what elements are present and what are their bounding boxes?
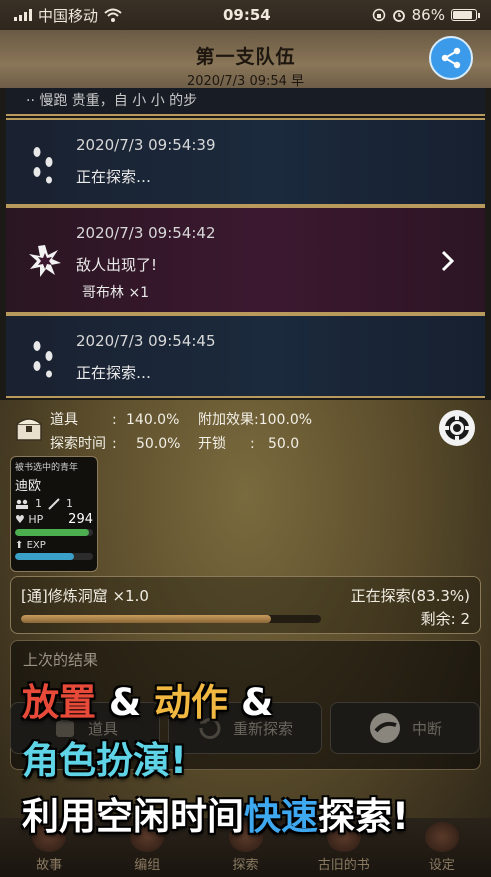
carrier-label: 中国移动: [38, 6, 99, 25]
tab-label: 设定: [428, 858, 455, 873]
promo-amp-2: &: [240, 681, 274, 724]
stat-unlock-label: 开锁: [198, 436, 226, 452]
log-list[interactable]: ·· 慢跑 贵重，自 小 小 的步 2020/7/3 09:54:39 正在探索…: [0, 88, 491, 400]
battery-percent: 86%: [411, 6, 445, 24]
exp-row: ⬆ EXP: [15, 540, 93, 551]
log-detail: 哥布林 ×1: [82, 285, 150, 301]
log-entry: 2020/7/3 09:54:39 正在探索…: [6, 118, 485, 206]
gear-icon[interactable]: [437, 408, 477, 448]
promo-action: 动作: [154, 681, 229, 724]
stat-item-value: 140.0%: [126, 412, 180, 428]
page-title: 第一支队伍: [195, 46, 296, 68]
stat-bonus-value: 100.0%: [258, 412, 313, 428]
hp-row: ♥ HP 294: [15, 512, 93, 527]
page-subtitle: 2020/7/3 09:54 早: [186, 74, 305, 89]
stat-time-value: 50.0%: [136, 436, 181, 452]
exploration-panel[interactable]: [通]修炼洞窟 ×1.0 正在探索(83.3%) 剩余: 2: [10, 576, 481, 634]
stat-bonus-label: 附加效果: [198, 412, 254, 428]
log-entry: 2020/7/3 09:54:45 正在探索…: [6, 314, 485, 398]
wifi-icon: [104, 8, 122, 22]
hp-value: 294: [68, 512, 93, 527]
stat-time-label: 探索时间: [50, 436, 106, 452]
promo-explore: 探索!: [318, 795, 409, 838]
party-count: 1: [35, 497, 42, 510]
log-time: 2020/7/3 09:54:45: [76, 332, 216, 350]
stop-button[interactable]: 中断: [330, 702, 480, 754]
footprints-icon: [33, 147, 53, 184]
signal-icon: [14, 9, 32, 21]
exploration-status: 正在探索(83.3%): [350, 587, 470, 605]
last-result-title: 上次的结果: [23, 651, 99, 669]
log-partial-entry: ·· 慢跑 贵重，自 小 小 的步: [6, 88, 485, 116]
status-left: 中国移动: [14, 5, 122, 26]
log-time: 2020/7/3 09:54:42: [76, 224, 216, 242]
attack-level: 1: [66, 497, 73, 510]
battle-icon: [29, 245, 61, 277]
stop-icon: [369, 713, 400, 743]
status-time: 09:54: [222, 6, 271, 24]
character-name: 迪欧: [15, 479, 42, 494]
promo-fast: 快速: [244, 795, 318, 838]
hp-label: HP: [28, 513, 44, 526]
promo-amp-1: &: [108, 681, 142, 724]
character-card[interactable]: 被书选中的青年 迪欧 1 1 ♥ HP 294 ⬆ EXP: [10, 456, 98, 572]
tab-label: 故事: [36, 858, 63, 873]
header: 第一支队伍 2020/7/3 09:54 早: [0, 30, 491, 89]
battery-icon: [450, 9, 480, 21]
chevron-right-icon: [441, 250, 455, 272]
log-entry-enemy[interactable]: 2020/7/3 09:54:42 敌人出现了! 哥布林 ×1: [6, 206, 485, 314]
alarm-icon: [392, 10, 405, 22]
share-icon: [441, 47, 461, 69]
heart-icon: ♥: [15, 513, 25, 526]
log-message: 正在探索…: [76, 364, 152, 382]
tab-label: 探索: [232, 858, 259, 873]
promo-line-3: 利用空闲时间快速探索!: [22, 786, 409, 840]
treasure-chest-icon: [16, 418, 42, 441]
rotation-lock-icon: [372, 8, 385, 22]
footprints-icon: [33, 341, 53, 378]
party-stats: 道具 : 140.0% 附加效果 : 100.0% 探索时间 : 50.0% 开…: [50, 408, 312, 456]
log-partial-text: ·· 慢跑 贵重，自 小 小 的步: [26, 93, 198, 109]
exploration-location: [通]修炼洞窟 ×1.0: [21, 587, 149, 605]
share-button[interactable]: [429, 36, 473, 80]
log-message: 敌人出现了!: [76, 256, 158, 274]
stat-unlock-value: 50.0: [268, 436, 300, 452]
party-icon: [16, 499, 28, 509]
hp-bar: [15, 529, 93, 536]
log-message: 正在探索…: [76, 168, 152, 186]
exp-icon: ⬆: [15, 540, 24, 551]
stop-button-label: 中断: [411, 719, 442, 738]
promo-idle: 放置: [22, 681, 96, 724]
promo-line-2: 角色扮演!: [22, 739, 187, 782]
sword-icon: [48, 497, 60, 510]
character-title: 被书选中的青年: [15, 463, 79, 473]
promo-line-1: 放置 & 动作 &: [22, 672, 273, 726]
exploration-progress-bar: [21, 615, 321, 623]
settings-tab-icon: [424, 822, 459, 852]
exploration-remaining: 剩余: 2: [420, 610, 470, 628]
character-levels: 1 1: [15, 497, 93, 510]
tab-label: 编组: [134, 858, 161, 873]
stat-item-label: 道具: [50, 412, 78, 428]
exp-bar: [15, 553, 93, 560]
log-time: 2020/7/3 09:54:39: [76, 136, 216, 154]
status-right: 86%: [372, 6, 480, 24]
exp-label: EXP: [26, 540, 46, 551]
status-bar: 中国移动 09:54 86%: [0, 0, 491, 30]
tab-label: 古旧的书: [317, 858, 370, 873]
promo-free-time: 利用空闲时间: [22, 795, 244, 838]
